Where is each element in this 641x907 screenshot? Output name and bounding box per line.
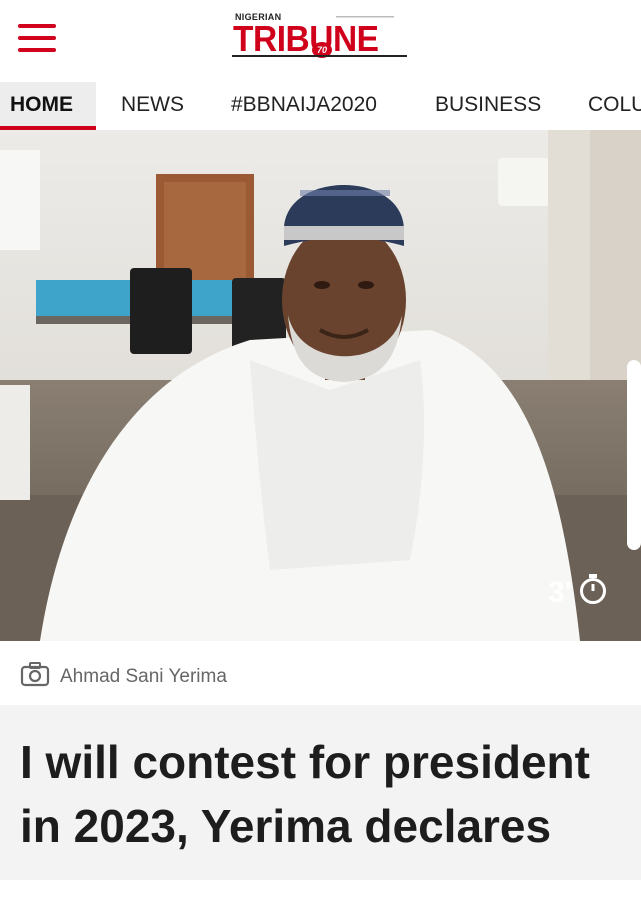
photo-caption-text: Ahmad Sani Yerima [60, 666, 227, 687]
hamburger-menu-icon[interactable] [18, 24, 56, 52]
article-headline[interactable]: I will contest for president in 2023, Ye… [20, 730, 630, 858]
camera-icon [20, 661, 50, 693]
nav-tab-news[interactable]: NEWS [121, 82, 184, 130]
top-bar: NIGERIAN TRIBUNE 70 [0, 0, 641, 80]
article-hero-image[interactable] [0, 130, 641, 641]
nav-tab-business[interactable]: BUSINESS [435, 82, 541, 130]
site-logo[interactable]: NIGERIAN TRIBUNE 70 [232, 12, 408, 62]
hero-photo-illustration [0, 130, 641, 641]
photo-caption: Ahmad Sani Yerima [20, 662, 227, 692]
nav-tab-columns[interactable]: COLU [588, 82, 641, 130]
read-time-value: 3' [548, 576, 572, 609]
stopwatch-icon [578, 573, 608, 613]
nav-tab-bbnaija2020[interactable]: #BBNAIJA2020 [231, 82, 377, 130]
logo-main-text: TRIBUNE [233, 18, 379, 59]
section-nav: HOME NEWS #BBNAIJA2020 BUSINESS COLU [0, 82, 641, 130]
nav-tab-home[interactable]: HOME [0, 82, 96, 130]
logo-underline [232, 55, 407, 57]
read-time-indicator: 3' [548, 573, 608, 613]
